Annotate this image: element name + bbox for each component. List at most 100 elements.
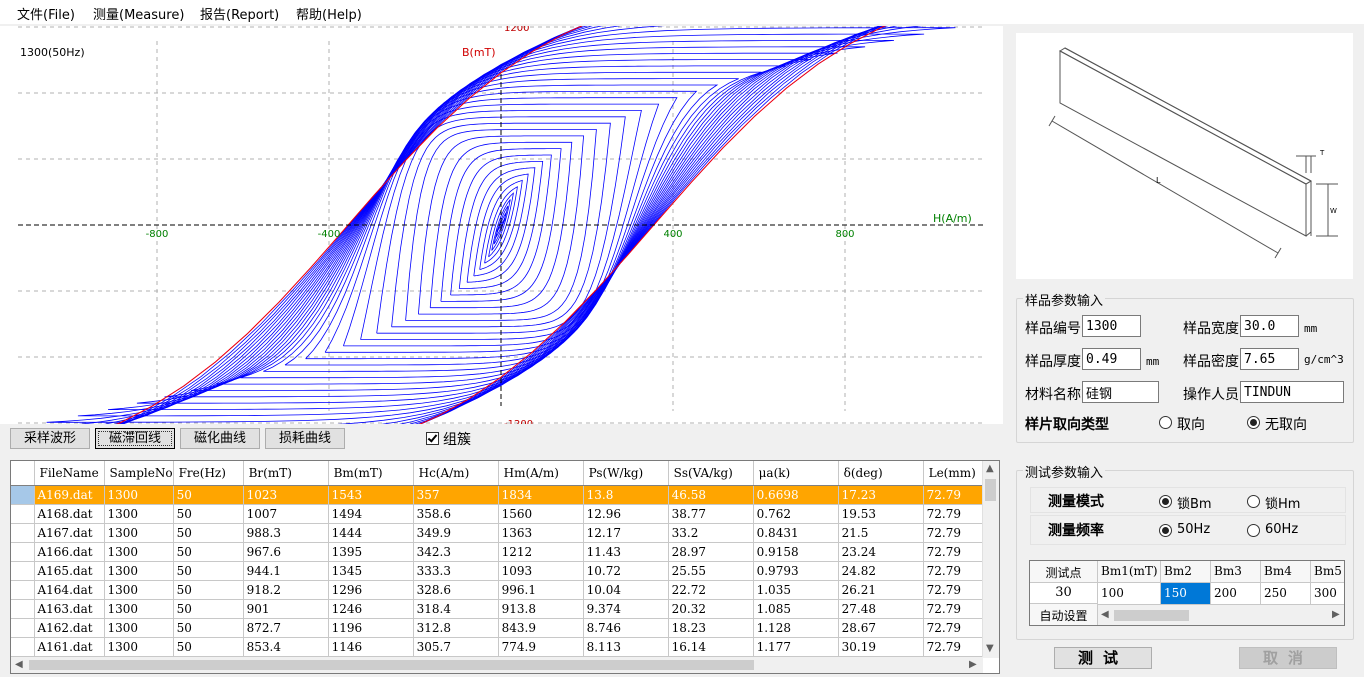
row-selector[interactable] bbox=[11, 485, 35, 505]
table-horizontal-scrollbar[interactable]: ◀ ▶ bbox=[11, 657, 983, 673]
table-row[interactable]: A162.dat 1300 50 872.7 1196 312.8 843.9 8.746 18… bbox=[11, 618, 984, 638]
table-row[interactable]: A161.dat 1300 50 853.4 1146 305.7 774.9 8.113 16… bbox=[11, 637, 984, 657]
column-header[interactable]: δ(deg) bbox=[838, 461, 924, 486]
row-selector[interactable] bbox=[11, 504, 35, 524]
operator-input[interactable] bbox=[1240, 381, 1344, 403]
table-cell: 358.6 bbox=[413, 504, 499, 524]
column-header[interactable]: Bm(mT) bbox=[328, 461, 414, 486]
checkbox-checked-icon[interactable] bbox=[426, 432, 439, 445]
material-name-input[interactable] bbox=[1082, 381, 1159, 403]
mode-hm-radio[interactable] bbox=[1247, 495, 1260, 508]
menu-report[interactable]: 报告(Report) bbox=[200, 4, 279, 23]
cancel-button[interactable]: 取消 bbox=[1239, 647, 1337, 669]
orient-non-grain-label[interactable]: 无取向 bbox=[1265, 414, 1307, 434]
row-selector[interactable] bbox=[11, 542, 35, 562]
table-cell: 12.96 bbox=[583, 504, 669, 524]
row-selector[interactable] bbox=[11, 599, 35, 619]
table-cell: 843.9 bbox=[498, 618, 584, 638]
tab-magnetization-curve[interactable]: 磁化曲线 bbox=[180, 428, 260, 449]
tab-sampled-waveform[interactable]: 采样波形 bbox=[10, 428, 90, 449]
table-row[interactable]: A166.dat 1300 50 967.6 1395 342.3 1212 11.43 28.… bbox=[11, 542, 984, 562]
bm-value-3[interactable]: 200 bbox=[1211, 583, 1261, 605]
auto-set-button[interactable]: 自动设置 bbox=[1030, 604, 1098, 625]
bm-value-1[interactable]: 100 bbox=[1098, 583, 1161, 605]
row-selector[interactable] bbox=[11, 637, 35, 657]
table-cell: 1560 bbox=[498, 504, 584, 524]
column-header[interactable]: Le(mm) bbox=[923, 461, 984, 486]
table-cell: 11.43 bbox=[583, 542, 669, 562]
table-cell: 0.9158 bbox=[753, 542, 839, 562]
table-row[interactable]: A168.dat 1300 50 1007 1494 358.6 1560 12.96 38.7… bbox=[11, 504, 984, 524]
row-selector[interactable] bbox=[11, 580, 35, 600]
table-row[interactable]: A164.dat 1300 50 918.2 1296 328.6 996.1 10.04 22… bbox=[11, 580, 984, 600]
column-header[interactable]: FileName bbox=[34, 461, 105, 486]
mode-bm-label[interactable]: 锁Bm bbox=[1177, 493, 1212, 512]
freq-50-label[interactable]: 50Hz bbox=[1177, 522, 1210, 537]
test-button[interactable]: 测试 bbox=[1054, 647, 1152, 669]
table-cell: 305.7 bbox=[413, 637, 499, 657]
column-header[interactable]: SampleNo bbox=[104, 461, 174, 486]
table-cell: 1494 bbox=[328, 504, 414, 524]
group-checkbox[interactable]: 组簇 bbox=[426, 429, 471, 449]
table-row[interactable]: A169.dat 1300 50 1023 1543 357 1834 13.8 46.58 0.… bbox=[11, 485, 984, 505]
horizontal-scroll-thumb[interactable] bbox=[29, 660, 754, 670]
row-selector[interactable] bbox=[11, 618, 35, 638]
row-selector[interactable] bbox=[11, 561, 35, 581]
table-row[interactable]: A167.dat 1300 50 988.3 1444 349.9 1363 12.17 33.… bbox=[11, 523, 984, 543]
menu-help[interactable]: 帮助(Help) bbox=[296, 4, 362, 23]
tab-loss-curve[interactable]: 损耗曲线 bbox=[265, 428, 345, 449]
tab-hysteresis-loop[interactable]: 磁滞回线 bbox=[95, 428, 175, 449]
column-header[interactable]: Hm(A/m) bbox=[498, 461, 584, 486]
sample-density-input[interactable] bbox=[1240, 348, 1299, 370]
sample-width-input[interactable] bbox=[1240, 315, 1299, 337]
column-header[interactable]: μa(k) bbox=[753, 461, 839, 486]
scroll-up-icon[interactable]: ▲ bbox=[986, 463, 994, 474]
bm-value-5[interactable]: 300 bbox=[1311, 583, 1344, 605]
table-cell: 16.14 bbox=[668, 637, 754, 657]
mode-bm-radio[interactable] bbox=[1159, 495, 1172, 508]
test-params-title: 测试参数输入 bbox=[1023, 462, 1106, 481]
column-header[interactable]: Br(mT) bbox=[243, 461, 329, 486]
table-cell: 1345 bbox=[328, 561, 414, 581]
bm-horizontal-scrollbar[interactable]: ◀ ▶ bbox=[1098, 605, 1344, 625]
table-row[interactable]: A165.dat 1300 50 944.1 1345 333.3 1093 10.72 25.… bbox=[11, 561, 984, 581]
freq-60-label[interactable]: 60Hz bbox=[1265, 522, 1298, 537]
mode-hm-label[interactable]: 锁Hm bbox=[1265, 493, 1300, 512]
scroll-left-icon[interactable]: ◀ bbox=[15, 659, 23, 670]
bm-scroll-thumb[interactable] bbox=[1114, 610, 1189, 621]
table-cell: 774.9 bbox=[498, 637, 584, 657]
table-cell: 357 bbox=[413, 485, 499, 505]
material-name-label: 材料名称 bbox=[1025, 387, 1081, 403]
scroll-right-icon[interactable]: ▶ bbox=[969, 659, 977, 670]
test-points-grid: 测试点 30 自动设置 Bm1(mT) 100 Bm2 150 Bm3 200 Bm4 250… bbox=[1029, 560, 1345, 626]
bm-value-4[interactable]: 250 bbox=[1261, 583, 1311, 605]
table-vertical-scrollbar[interactable]: ▲ ▼ bbox=[982, 461, 999, 658]
column-header[interactable]: Ss(VA/kg) bbox=[668, 461, 754, 486]
orient-grain-label[interactable]: 取向 bbox=[1177, 414, 1205, 434]
sample-thickness-input[interactable] bbox=[1082, 348, 1141, 370]
table-cell: 13.8 bbox=[583, 485, 669, 505]
table-cell: 1363 bbox=[498, 523, 584, 543]
column-header[interactable]: Fre(Hz) bbox=[173, 461, 244, 486]
table-cell: 0.8431 bbox=[753, 523, 839, 543]
freq-50-radio[interactable] bbox=[1159, 524, 1172, 537]
bm-value-2[interactable]: 150 bbox=[1161, 583, 1211, 605]
menu-file[interactable]: 文件(File) bbox=[17, 4, 75, 23]
orient-non-grain-radio[interactable] bbox=[1247, 416, 1260, 429]
scroll-down-icon[interactable]: ▼ bbox=[986, 643, 994, 654]
bm-scroll-left-icon[interactable]: ◀ bbox=[1101, 609, 1109, 620]
orient-grain-radio[interactable] bbox=[1159, 416, 1172, 429]
row-selector[interactable] bbox=[11, 523, 35, 543]
test-points-value[interactable]: 30 bbox=[1030, 583, 1098, 604]
bm-scroll-right-icon[interactable]: ▶ bbox=[1332, 609, 1340, 620]
column-header[interactable]: Hc(A/m) bbox=[413, 461, 499, 486]
table-cell: 901 bbox=[243, 599, 329, 619]
vertical-scroll-thumb[interactable] bbox=[985, 479, 996, 501]
table-row[interactable]: A163.dat 1300 50 901 1246 318.4 913.8 9.374 20.3… bbox=[11, 599, 984, 619]
measure-freq-label: 测量频率 bbox=[1048, 523, 1104, 539]
menu-measure[interactable]: 测量(Measure) bbox=[93, 4, 184, 23]
table-cell: 1246 bbox=[328, 599, 414, 619]
sample-id-input[interactable] bbox=[1082, 315, 1141, 337]
freq-60-radio[interactable] bbox=[1247, 524, 1260, 537]
column-header[interactable]: Ps(W/kg) bbox=[583, 461, 669, 486]
